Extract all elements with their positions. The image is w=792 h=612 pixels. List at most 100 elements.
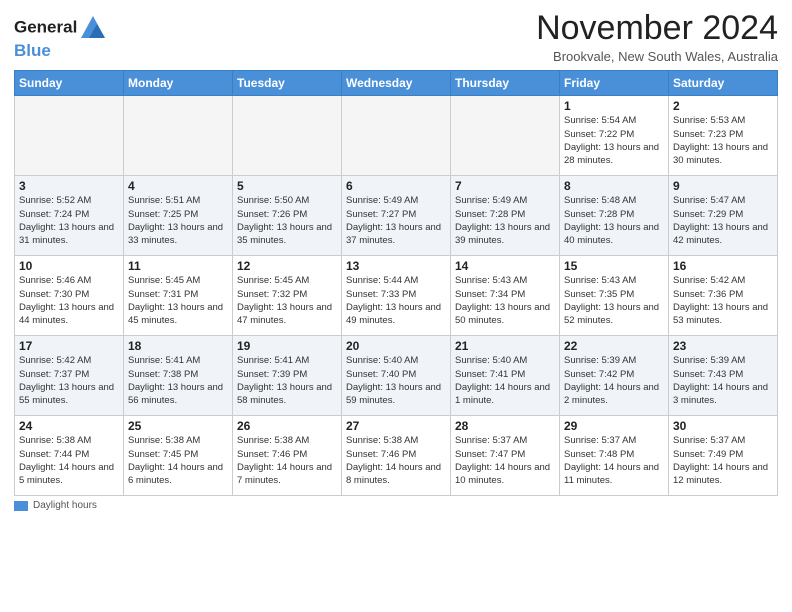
- logo-blue: Blue: [14, 42, 107, 61]
- calendar-cell: 9Sunrise: 5:47 AM Sunset: 7:29 PM Daylig…: [669, 176, 778, 256]
- day-number: 1: [564, 99, 664, 113]
- calendar-cell: 3Sunrise: 5:52 AM Sunset: 7:24 PM Daylig…: [15, 176, 124, 256]
- calendar-cell: 12Sunrise: 5:45 AM Sunset: 7:32 PM Dayli…: [233, 256, 342, 336]
- day-number: 11: [128, 259, 228, 273]
- logo: General Blue: [14, 14, 107, 61]
- day-info: Sunrise: 5:41 AM Sunset: 7:38 PM Dayligh…: [128, 354, 228, 407]
- calendar-cell: 7Sunrise: 5:49 AM Sunset: 7:28 PM Daylig…: [451, 176, 560, 256]
- calendar-cell: 13Sunrise: 5:44 AM Sunset: 7:33 PM Dayli…: [342, 256, 451, 336]
- calendar-cell: 20Sunrise: 5:40 AM Sunset: 7:40 PM Dayli…: [342, 336, 451, 416]
- day-info: Sunrise: 5:42 AM Sunset: 7:36 PM Dayligh…: [673, 274, 773, 327]
- day-info: Sunrise: 5:44 AM Sunset: 7:33 PM Dayligh…: [346, 274, 446, 327]
- day-number: 15: [564, 259, 664, 273]
- day-number: 9: [673, 179, 773, 193]
- day-number: 7: [455, 179, 555, 193]
- day-info: Sunrise: 5:45 AM Sunset: 7:32 PM Dayligh…: [237, 274, 337, 327]
- calendar-week-row: 3Sunrise: 5:52 AM Sunset: 7:24 PM Daylig…: [15, 176, 778, 256]
- day-number: 20: [346, 339, 446, 353]
- calendar-cell: 19Sunrise: 5:41 AM Sunset: 7:39 PM Dayli…: [233, 336, 342, 416]
- day-info: Sunrise: 5:42 AM Sunset: 7:37 PM Dayligh…: [19, 354, 119, 407]
- day-number: 18: [128, 339, 228, 353]
- day-number: 24: [19, 419, 119, 433]
- day-info: Sunrise: 5:40 AM Sunset: 7:40 PM Dayligh…: [346, 354, 446, 407]
- day-number: 4: [128, 179, 228, 193]
- calendar-cell: 17Sunrise: 5:42 AM Sunset: 7:37 PM Dayli…: [15, 336, 124, 416]
- calendar-week-row: 1Sunrise: 5:54 AM Sunset: 7:22 PM Daylig…: [15, 96, 778, 176]
- day-number: 2: [673, 99, 773, 113]
- calendar-cell: 30Sunrise: 5:37 AM Sunset: 7:49 PM Dayli…: [669, 416, 778, 496]
- day-number: 26: [237, 419, 337, 433]
- day-info: Sunrise: 5:40 AM Sunset: 7:41 PM Dayligh…: [455, 354, 555, 407]
- calendar-cell: 26Sunrise: 5:38 AM Sunset: 7:46 PM Dayli…: [233, 416, 342, 496]
- day-number: 6: [346, 179, 446, 193]
- weekday-header: Saturday: [669, 71, 778, 96]
- day-number: 5: [237, 179, 337, 193]
- calendar-cell: [15, 96, 124, 176]
- day-number: 17: [19, 339, 119, 353]
- day-info: Sunrise: 5:39 AM Sunset: 7:43 PM Dayligh…: [673, 354, 773, 407]
- day-info: Sunrise: 5:43 AM Sunset: 7:34 PM Dayligh…: [455, 274, 555, 327]
- calendar-table: SundayMondayTuesdayWednesdayThursdayFrid…: [14, 70, 778, 496]
- day-info: Sunrise: 5:46 AM Sunset: 7:30 PM Dayligh…: [19, 274, 119, 327]
- day-info: Sunrise: 5:47 AM Sunset: 7:29 PM Dayligh…: [673, 194, 773, 247]
- calendar-cell: [342, 96, 451, 176]
- page-container: General Blue November 2024 Brookvale, Ne…: [0, 0, 792, 517]
- day-info: Sunrise: 5:51 AM Sunset: 7:25 PM Dayligh…: [128, 194, 228, 247]
- header: General Blue November 2024 Brookvale, Ne…: [14, 10, 778, 64]
- day-info: Sunrise: 5:54 AM Sunset: 7:22 PM Dayligh…: [564, 114, 664, 167]
- day-number: 13: [346, 259, 446, 273]
- day-number: 10: [19, 259, 119, 273]
- day-number: 25: [128, 419, 228, 433]
- day-info: Sunrise: 5:38 AM Sunset: 7:45 PM Dayligh…: [128, 434, 228, 487]
- day-info: Sunrise: 5:39 AM Sunset: 7:42 PM Dayligh…: [564, 354, 664, 407]
- day-info: Sunrise: 5:38 AM Sunset: 7:46 PM Dayligh…: [346, 434, 446, 487]
- calendar-cell: 24Sunrise: 5:38 AM Sunset: 7:44 PM Dayli…: [15, 416, 124, 496]
- day-info: Sunrise: 5:37 AM Sunset: 7:47 PM Dayligh…: [455, 434, 555, 487]
- calendar-cell: 10Sunrise: 5:46 AM Sunset: 7:30 PM Dayli…: [15, 256, 124, 336]
- calendar-cell: 14Sunrise: 5:43 AM Sunset: 7:34 PM Dayli…: [451, 256, 560, 336]
- day-info: Sunrise: 5:38 AM Sunset: 7:44 PM Dayligh…: [19, 434, 119, 487]
- calendar-cell: 18Sunrise: 5:41 AM Sunset: 7:38 PM Dayli…: [124, 336, 233, 416]
- day-info: Sunrise: 5:49 AM Sunset: 7:28 PM Dayligh…: [455, 194, 555, 247]
- calendar-cell: 28Sunrise: 5:37 AM Sunset: 7:47 PM Dayli…: [451, 416, 560, 496]
- weekday-header: Monday: [124, 71, 233, 96]
- calendar-cell: 27Sunrise: 5:38 AM Sunset: 7:46 PM Dayli…: [342, 416, 451, 496]
- calendar-cell: 2Sunrise: 5:53 AM Sunset: 7:23 PM Daylig…: [669, 96, 778, 176]
- calendar-cell: [124, 96, 233, 176]
- day-number: 23: [673, 339, 773, 353]
- legend-box: [14, 501, 28, 511]
- day-info: Sunrise: 5:37 AM Sunset: 7:48 PM Dayligh…: [564, 434, 664, 487]
- day-info: Sunrise: 5:48 AM Sunset: 7:28 PM Dayligh…: [564, 194, 664, 247]
- day-number: 8: [564, 179, 664, 193]
- day-info: Sunrise: 5:38 AM Sunset: 7:46 PM Dayligh…: [237, 434, 337, 487]
- day-info: Sunrise: 5:41 AM Sunset: 7:39 PM Dayligh…: [237, 354, 337, 407]
- calendar-week-row: 10Sunrise: 5:46 AM Sunset: 7:30 PM Dayli…: [15, 256, 778, 336]
- location: Brookvale, New South Wales, Australia: [536, 49, 778, 64]
- day-number: 29: [564, 419, 664, 433]
- day-info: Sunrise: 5:49 AM Sunset: 7:27 PM Dayligh…: [346, 194, 446, 247]
- day-number: 12: [237, 259, 337, 273]
- calendar-cell: 6Sunrise: 5:49 AM Sunset: 7:27 PM Daylig…: [342, 176, 451, 256]
- weekday-header: Sunday: [15, 71, 124, 96]
- calendar-week-row: 24Sunrise: 5:38 AM Sunset: 7:44 PM Dayli…: [15, 416, 778, 496]
- weekday-header: Tuesday: [233, 71, 342, 96]
- calendar-cell: 4Sunrise: 5:51 AM Sunset: 7:25 PM Daylig…: [124, 176, 233, 256]
- day-info: Sunrise: 5:45 AM Sunset: 7:31 PM Dayligh…: [128, 274, 228, 327]
- calendar-cell: 22Sunrise: 5:39 AM Sunset: 7:42 PM Dayli…: [560, 336, 669, 416]
- calendar-cell: 11Sunrise: 5:45 AM Sunset: 7:31 PM Dayli…: [124, 256, 233, 336]
- title-block: November 2024 Brookvale, New South Wales…: [536, 10, 778, 64]
- calendar-cell: 23Sunrise: 5:39 AM Sunset: 7:43 PM Dayli…: [669, 336, 778, 416]
- calendar-cell: 25Sunrise: 5:38 AM Sunset: 7:45 PM Dayli…: [124, 416, 233, 496]
- day-number: 3: [19, 179, 119, 193]
- weekday-header: Friday: [560, 71, 669, 96]
- day-number: 22: [564, 339, 664, 353]
- calendar-week-row: 17Sunrise: 5:42 AM Sunset: 7:37 PM Dayli…: [15, 336, 778, 416]
- calendar-header-row: SundayMondayTuesdayWednesdayThursdayFrid…: [15, 71, 778, 96]
- day-info: Sunrise: 5:43 AM Sunset: 7:35 PM Dayligh…: [564, 274, 664, 327]
- day-number: 14: [455, 259, 555, 273]
- day-number: 28: [455, 419, 555, 433]
- day-info: Sunrise: 5:52 AM Sunset: 7:24 PM Dayligh…: [19, 194, 119, 247]
- day-info: Sunrise: 5:53 AM Sunset: 7:23 PM Dayligh…: [673, 114, 773, 167]
- legend-label: Daylight hours: [33, 500, 97, 511]
- footer: Daylight hours: [14, 500, 778, 511]
